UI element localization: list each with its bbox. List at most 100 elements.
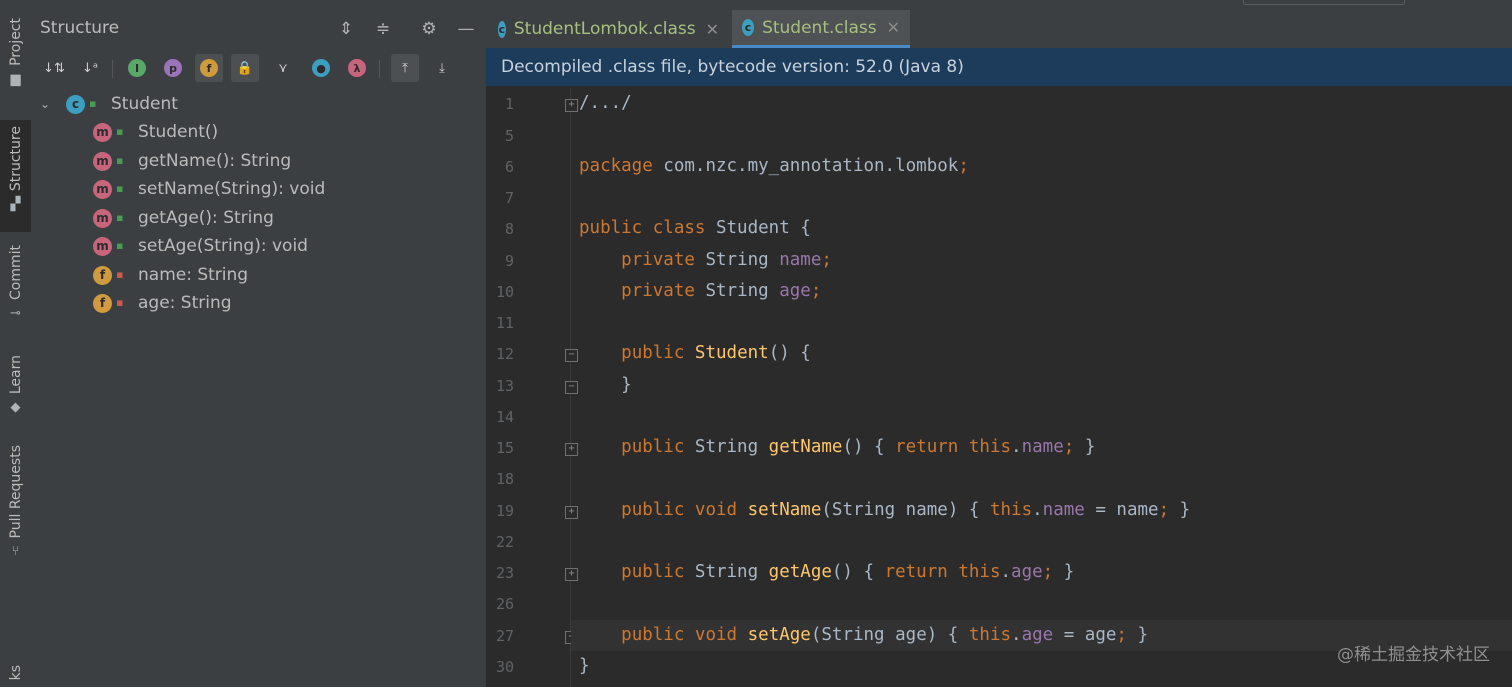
code-line: /.../ xyxy=(579,93,632,113)
fold-expand-icon[interactable]: + xyxy=(565,443,578,456)
learn-icon: ◆ xyxy=(10,400,21,416)
line-number: 23 xyxy=(495,564,514,582)
tree-node-member[interactable]: f ▪ age: String xyxy=(93,289,232,317)
inherited-badge: I xyxy=(128,59,146,77)
class-file-icon: c xyxy=(498,20,506,38)
tree-node-member[interactable]: m ▪ setName(String): void xyxy=(93,175,325,203)
tree-node-label: setName(String): void xyxy=(138,179,326,199)
tree-node-label: setAge(String): void xyxy=(138,236,308,256)
tool-tab-label: Commit xyxy=(7,245,24,300)
line-number: 8 xyxy=(504,220,514,238)
line-number: 5 xyxy=(504,127,514,145)
tool-tab-label: Learn xyxy=(7,355,24,395)
line-number: 15 xyxy=(495,439,514,457)
toolbar-separator xyxy=(379,60,380,78)
tree-node-member[interactable]: f ▪ name: String xyxy=(93,261,248,289)
public-visibility-icon: ▪ xyxy=(116,125,124,138)
pull-request-icon: ⑂ xyxy=(11,544,20,560)
editor-area: c StudentLombok.class ✕ c Student.class … xyxy=(486,10,1512,687)
code-line: } xyxy=(579,375,632,395)
tree-node-label: getName(): String xyxy=(138,151,292,171)
tree-node-label: Student xyxy=(111,94,178,114)
line-number: 30 xyxy=(495,658,514,676)
line-number: 10 xyxy=(495,283,514,301)
tree-node-label: name: String xyxy=(138,265,249,285)
close-icon[interactable]: ✕ xyxy=(706,20,719,39)
structure-panel: Structure ⇕ ≑ ⚙ — ↓⇅ ↓ᵃ I p f 🔒 ⋎ ● λ ⤒ … xyxy=(31,10,486,687)
show-inherited-icon[interactable]: I xyxy=(123,54,151,82)
class-file-icon: c xyxy=(742,19,755,36)
tab-label: Student.class xyxy=(762,17,877,38)
expand-all-icon[interactable]: ⇕ xyxy=(333,16,359,42)
method-icon: m xyxy=(93,236,112,256)
code-line: public String getName() { return this.na… xyxy=(621,437,1096,457)
fold-expand-icon[interactable]: + xyxy=(565,568,578,581)
line-number: 18 xyxy=(495,470,514,488)
autoscroll-to-source-icon[interactable]: ⤒ xyxy=(391,54,419,82)
sort-alphabetically-icon[interactable]: ↓ᵃ xyxy=(76,54,104,82)
show-hierarchy-icon[interactable]: ⋎ xyxy=(269,54,297,82)
tool-tab-pull-requests[interactable]: Pull Requests ⑂ xyxy=(0,445,31,570)
public-visibility-icon: ▪ xyxy=(116,182,124,195)
sort-by-visibility-icon[interactable]: ↓⇅ xyxy=(40,54,68,82)
title-bar-widget xyxy=(1243,0,1405,5)
tool-tab-label: Project xyxy=(7,18,24,66)
gear-icon[interactable]: ⚙ xyxy=(416,16,442,42)
collapse-all-icon[interactable]: ≑ xyxy=(370,16,396,42)
structure-icon: ▞ xyxy=(10,197,21,213)
line-number: 26 xyxy=(495,595,514,613)
show-anonymous-icon[interactable]: ● xyxy=(307,54,335,82)
tree-node-member[interactable]: m ▪ getName(): String xyxy=(93,147,291,175)
tree-node-class[interactable]: ⌄ c ▪ Student xyxy=(40,90,178,118)
lambda-badge: λ xyxy=(348,59,366,77)
line-number: 7 xyxy=(504,189,514,207)
autoscroll-from-source-icon[interactable]: ⤓ xyxy=(428,54,456,82)
line-number: 6 xyxy=(504,158,514,176)
field-icon: f xyxy=(93,293,112,313)
tool-tab-label: Structure xyxy=(7,126,24,192)
fold-collapse-icon[interactable]: − xyxy=(565,349,578,362)
watermark: @稀土掘金技术社区 xyxy=(1337,645,1490,665)
folder-icon: ▆ xyxy=(10,71,21,87)
tree-node-label: age: String xyxy=(138,293,232,313)
fold-expand-icon[interactable]: + xyxy=(565,99,578,112)
decompiled-banner: Decompiled .class file, bytecode version… xyxy=(486,48,1512,86)
public-visibility-icon: ▪ xyxy=(116,239,124,252)
line-number: 9 xyxy=(504,252,514,270)
tab-label: StudentLombok.class xyxy=(513,19,696,39)
chevron-down-icon[interactable]: ⌄ xyxy=(40,97,54,111)
tree-node-member[interactable]: m ▪ Student() xyxy=(93,118,218,146)
toolbar-separator xyxy=(112,60,113,78)
line-number: 14 xyxy=(495,408,514,426)
editor-tabs: c StudentLombok.class ✕ c Student.class … xyxy=(486,10,1512,48)
hide-panel-icon[interactable]: — xyxy=(453,16,479,42)
tool-tab-commit[interactable]: Commit ⊸ xyxy=(0,245,31,335)
method-icon: m xyxy=(93,179,112,199)
tree-node-label: getAge(): String xyxy=(138,208,274,228)
show-non-public-icon[interactable]: 🔒 xyxy=(231,54,259,82)
line-number: 27 xyxy=(495,627,514,645)
public-visibility-icon: ▪ xyxy=(89,97,97,110)
fold-end-icon[interactable]: − xyxy=(565,381,578,394)
field-badge: f xyxy=(200,59,218,77)
class-icon: c xyxy=(66,94,85,114)
tool-tab-bookmarks[interactable]: ks xyxy=(0,665,31,687)
line-number: 1 xyxy=(504,95,514,113)
show-properties-icon[interactable]: p xyxy=(159,54,187,82)
show-lambdas-icon[interactable]: λ xyxy=(343,54,371,82)
tree-node-member[interactable]: m ▪ getAge(): String xyxy=(93,204,274,232)
tab-student-class[interactable]: c Student.class ✕ xyxy=(732,10,910,48)
code-line: } xyxy=(579,656,590,676)
structure-title: Structure xyxy=(40,18,120,38)
code-editor[interactable]: 1 5 6 7 8 9 10 11 12 13 14 15 18 19 22 2… xyxy=(486,88,1512,687)
fold-expand-icon[interactable]: + xyxy=(565,506,578,519)
tool-tab-project[interactable]: Project ▆ xyxy=(0,18,31,108)
tool-tab-learn[interactable]: Learn ◆ xyxy=(0,355,31,425)
close-icon[interactable]: ✕ xyxy=(887,18,900,37)
tree-node-member[interactable]: m ▪ setAge(String): void xyxy=(93,232,308,260)
method-icon: m xyxy=(93,151,112,171)
code-line: package com.nzc.my_annotation.lombok; xyxy=(579,156,969,176)
show-fields-icon[interactable]: f xyxy=(195,54,223,82)
tool-tab-structure[interactable]: Structure ▞ xyxy=(0,120,31,232)
tab-studentlombok-class[interactable]: c StudentLombok.class ✕ xyxy=(488,10,729,48)
